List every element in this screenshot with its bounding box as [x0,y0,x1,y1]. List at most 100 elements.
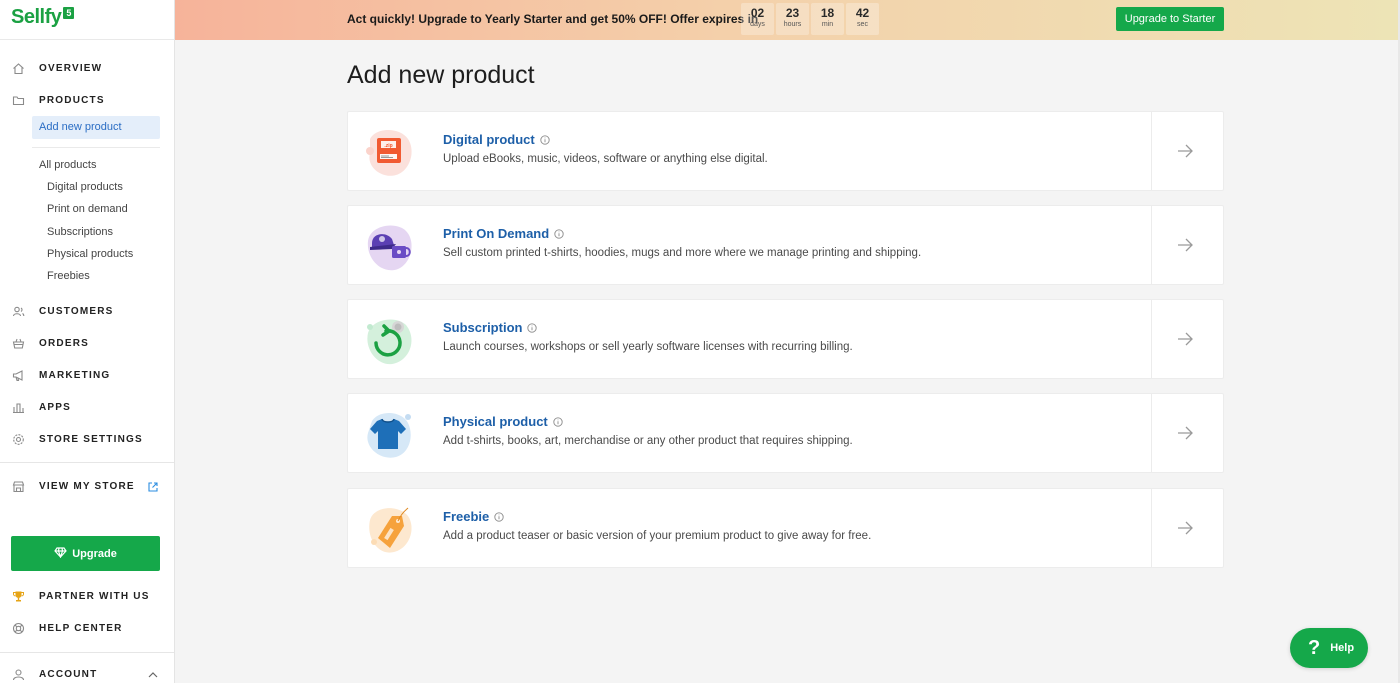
nav-marketing-label: MARKETING [39,369,111,381]
help-button[interactable]: ? Help [1290,628,1368,668]
card-title[interactable]: Freebie [443,509,504,524]
brand-name: Sellfy [11,6,62,28]
logo[interactable]: Sellfy 5 [0,0,174,40]
card-divider [1151,300,1152,378]
arrow-right-icon[interactable] [1177,238,1193,252]
nav-products[interactable]: PRODUCTS [0,89,174,111]
nav-partner-label: PARTNER WITH US [39,590,150,602]
countdown-value: 18 [820,6,835,20]
nav-orders[interactable]: ORDERS [0,332,174,354]
nav-view-my-store[interactable]: VIEW MY STORE [0,475,174,497]
countdown-min: 18 min [811,3,844,35]
trophy-icon [12,590,25,603]
card-divider [1151,112,1152,190]
user-icon [12,668,25,681]
basket-icon [12,337,25,350]
nav-view-my-store-label: VIEW MY STORE [39,480,135,492]
nav-help-center[interactable]: HELP CENTER [0,617,174,639]
page-title: Add new product [347,61,535,89]
arrow-right-icon[interactable] [1177,144,1193,158]
countdown-sec: 42 sec [846,3,879,35]
countdown-hours: 23 hours [776,3,809,35]
sidebar-item-digital-products[interactable]: Digital products [47,180,123,194]
countdown-unit: days [750,21,765,28]
folder-icon [12,94,25,107]
info-icon[interactable] [540,134,550,145]
nav-apps[interactable]: APPS [0,396,174,418]
card-title-text: Physical product [443,414,548,429]
lifebuoy-icon [12,622,25,635]
upgrade-to-starter-button[interactable]: Upgrade to Starter [1116,7,1224,31]
upgrade-button-label: Upgrade [72,547,117,560]
sidebar-item-add-new-product[interactable]: Add new product [32,116,160,139]
nav-account[interactable]: ACCOUNT [0,663,174,683]
card-title[interactable]: Physical product [443,414,563,429]
product-type-card-subscription[interactable]: Subscription Launch courses, workshops o… [347,299,1224,379]
card-description: Upload eBooks, music, videos, software o… [443,153,768,165]
gear-icon [12,433,25,446]
customers-icon [12,305,25,318]
upgrade-button[interactable]: Upgrade [11,536,160,571]
apps-icon [12,401,25,414]
card-description: Sell custom printed t-shirts, hoodies, m… [443,247,922,259]
info-icon[interactable] [554,228,564,239]
countdown-unit: hours [783,21,802,28]
nav-apps-label: APPS [39,401,72,413]
nav-overview[interactable]: OVERVIEW [0,57,174,79]
nav-help-center-label: HELP CENTER [39,622,123,634]
product-type-card-digital[interactable]: .zip Digital product Upload eBooks, musi… [347,111,1224,191]
nav-store-settings-label: STORE SETTINGS [39,433,143,445]
chevron-up-icon[interactable] [147,668,159,680]
arrow-right-icon[interactable] [1177,521,1193,535]
countdown-unit: min [821,21,834,28]
card-title[interactable]: Print On Demand [443,226,564,241]
countdown-unit: sec [857,21,868,28]
product-type-card-freebie[interactable]: Freebie Add a product teaser or basic ve… [347,488,1224,568]
sidebar-divider [32,147,160,148]
card-description: Launch courses, workshops or sell yearly… [443,341,853,353]
sidebar-item-print-on-demand[interactable]: Print on demand [47,202,128,216]
svg-text:.zip: .zip [384,143,392,149]
card-description: Add a product teaser or basic version of… [443,530,872,542]
sidebar-separator [0,462,174,463]
nav-orders-label: ORDERS [39,337,89,349]
card-title[interactable]: Subscription [443,320,538,335]
sidebar-item-all-products[interactable]: All products [39,158,96,172]
nav-store-settings[interactable]: STORE SETTINGS [0,428,174,450]
info-icon[interactable] [494,511,504,522]
megaphone-icon [12,369,25,382]
diamond-icon [54,546,67,561]
product-type-card-print-on-demand[interactable]: Print On Demand Sell custom printed t-sh… [347,205,1224,285]
promo-text: Act quickly! Upgrade to Yearly Starter a… [347,12,759,26]
sidebar-separator-bottom [0,652,174,653]
nav-customers[interactable]: CUSTOMERS [0,300,174,322]
card-title-text: Subscription [443,320,523,335]
card-description: Add t-shirts, books, art, merchandise or… [443,435,853,447]
brand-badge: 5 [63,7,75,19]
info-icon[interactable] [553,416,563,427]
arrow-right-icon[interactable] [1177,426,1193,440]
nav-products-label: PRODUCTS [39,94,105,106]
card-title-text: Print On Demand [443,226,550,241]
promo-banner: Act quickly! Upgrade to Yearly Starter a… [175,0,1398,40]
question-mark-icon: ? [1308,636,1321,659]
product-type-card-physical[interactable]: Physical product Add t-shirts, books, ar… [347,393,1224,473]
nav-partner-with-us[interactable]: PARTNER WITH US [0,585,174,607]
sidebar-item-subscriptions[interactable]: Subscriptions [47,225,113,239]
zip-file-icon: .zip [362,125,416,179]
nav-overview-label: OVERVIEW [39,62,103,74]
countdown-days: 02 days [741,3,774,35]
store-icon [12,480,25,493]
arrow-right-icon[interactable] [1177,332,1193,346]
external-link-icon [147,480,159,492]
sidebar-item-physical-products[interactable]: Physical products [47,247,133,261]
help-button-label: Help [1330,642,1355,654]
card-title[interactable]: Digital product [443,132,550,147]
sidebar: Sellfy 5 OVERVIEW PRODUCTS Add new produ… [0,0,175,683]
nav-marketing[interactable]: MARKETING [0,364,174,386]
countdown-value: 42 [855,6,870,20]
card-title-text: Freebie [443,509,490,524]
info-icon[interactable] [527,322,538,333]
sidebar-item-freebies[interactable]: Freebies [47,269,90,283]
tshirt-icon [362,407,416,461]
